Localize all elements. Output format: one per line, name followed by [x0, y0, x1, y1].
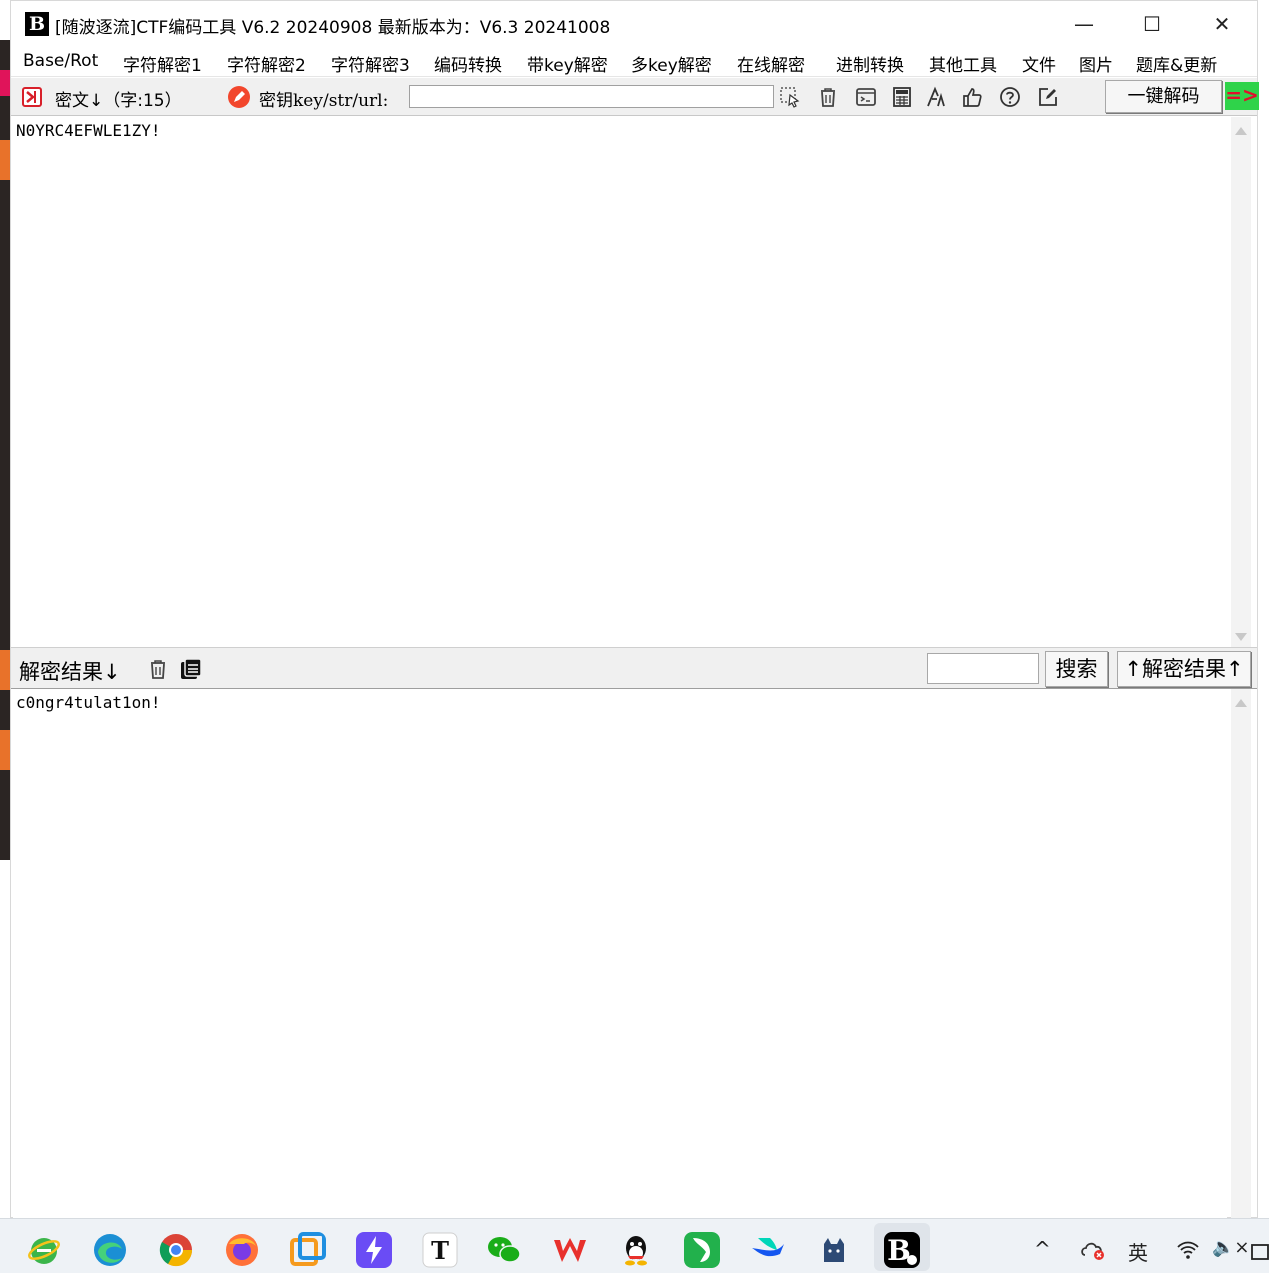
wechat-icon[interactable] [486, 1232, 522, 1268]
cloud-error-icon[interactable] [1080, 1239, 1106, 1261]
menu-key-decrypt[interactable]: 带key解密 [527, 51, 608, 76]
ime-indicator[interactable]: 英 [1128, 1237, 1148, 1266]
clear-result-trash-icon[interactable] [147, 658, 169, 680]
bolt-app-icon[interactable] [356, 1232, 392, 1268]
key-input[interactable] [409, 85, 774, 108]
cat-icon[interactable] [816, 1232, 852, 1268]
help-icon[interactable] [999, 86, 1021, 108]
maximize-button[interactable]: ☐ [1127, 9, 1177, 39]
close-button[interactable]: ✕ [1197, 9, 1247, 39]
menu-bar: Base/Rot 字符解密1 字符解密2 字符解密3 编码转换 带key解密 多… [11, 47, 1257, 77]
menu-base-rot[interactable]: Base/Rot [23, 51, 98, 71]
key-label: 密钥key/str/url: [259, 91, 389, 111]
toolbar: 密文↓（字:15） 密钥key/str/url: 一键解码 => [11, 78, 1259, 116]
menu-multi-key-decrypt[interactable]: 多key解密 [631, 51, 712, 76]
edit-icon[interactable] [1037, 86, 1059, 108]
menu-base-convert[interactable]: 进制转换 [836, 51, 904, 76]
menu-question-bank-update[interactable]: 题库&更新 [1136, 51, 1217, 76]
search-button[interactable]: 搜索 [1045, 651, 1108, 687]
vm-icon[interactable] [290, 1232, 326, 1268]
menu-online-decrypt[interactable]: 在线解密 [737, 51, 805, 76]
terminal-icon[interactable] [855, 86, 877, 108]
window-title: [随波逐流]CTF编码工具 V6.2 20240908 最新版本为：V6.3 2… [55, 18, 611, 38]
trash-icon[interactable] [817, 86, 839, 108]
cipher-label: 密文↓（字:15） [55, 91, 182, 111]
scroll-up-arrow-icon[interactable] [1235, 127, 1247, 135]
result-label: 解密结果↓ [19, 660, 121, 684]
wps-icon[interactable] [552, 1232, 588, 1268]
menu-encoding-convert[interactable]: 编码转换 [434, 51, 502, 76]
font-icon[interactable] [925, 86, 947, 108]
svg-text:B: B [887, 1234, 911, 1267]
tray-chevron-icon[interactable]: ^ [1034, 1237, 1051, 1261]
chrome-icon[interactable] [158, 1232, 194, 1268]
title-bar: B [随波逐流]CTF编码工具 V6.2 20240908 最新版本为：V6.3… [11, 1, 1257, 47]
feishu-icon[interactable] [750, 1232, 786, 1268]
result-scrollbar[interactable] [1231, 689, 1251, 1219]
tool-icon[interactable] [684, 1232, 720, 1268]
scroll-down-arrow-icon[interactable] [1235, 633, 1247, 641]
qq-icon[interactable] [618, 1232, 654, 1268]
key-pen-icon [228, 86, 250, 108]
ctf-tool-icon[interactable]: B [884, 1232, 920, 1268]
cursor-select-icon[interactable] [779, 86, 801, 108]
import-icon[interactable] [21, 86, 43, 108]
menu-char-decrypt-3[interactable]: 字符解密3 [331, 51, 410, 76]
svg-text:T: T [431, 1236, 449, 1265]
volume-muted-icon[interactable]: 🔈× [1212, 1237, 1250, 1258]
cipher-scrollbar[interactable] [1231, 117, 1251, 647]
edge-icon[interactable] [92, 1232, 128, 1268]
menu-other-tools[interactable]: 其他工具 [929, 51, 997, 76]
firefox-icon[interactable] [224, 1232, 260, 1268]
scroll-up-arrow-icon[interactable] [1235, 699, 1247, 707]
typora-icon[interactable]: T [422, 1232, 458, 1268]
menu-char-decrypt-2[interactable]: 字符解密2 [227, 51, 306, 76]
ie-icon[interactable] [26, 1232, 62, 1268]
thumbs-up-icon[interactable] [961, 86, 983, 108]
menu-image[interactable]: 图片 [1079, 51, 1113, 76]
wifi-icon[interactable] [1176, 1240, 1200, 1260]
swap-result-button[interactable]: ↑解密结果↑ [1117, 651, 1251, 687]
result-bar: 解密结果↓ 搜索 ↑解密结果↑ [11, 647, 1257, 689]
minimize-button[interactable]: — [1059, 9, 1109, 39]
copy-result-icon[interactable] [179, 657, 203, 681]
search-input[interactable] [927, 653, 1039, 684]
battery-icon[interactable] [1250, 1239, 1269, 1261]
cipher-text-area[interactable]: N0YRC4EFWLE1ZY! [13, 117, 1227, 647]
one-click-decode-button[interactable]: 一键解码 [1105, 80, 1222, 113]
calculator-icon[interactable] [891, 86, 913, 108]
app-logo-icon: B [25, 12, 49, 36]
menu-file[interactable]: 文件 [1022, 51, 1056, 76]
app-window: B [随波逐流]CTF编码工具 V6.2 20240908 最新版本为：V6.3… [10, 0, 1259, 1219]
taskbar: T B ^ 英 🔈× [0, 1218, 1269, 1273]
go-arrow-button[interactable]: => [1225, 82, 1259, 110]
menu-char-decrypt-1[interactable]: 字符解密1 [123, 51, 202, 76]
result-text-area[interactable]: c0ngr4tulat1on! [13, 689, 1227, 1219]
